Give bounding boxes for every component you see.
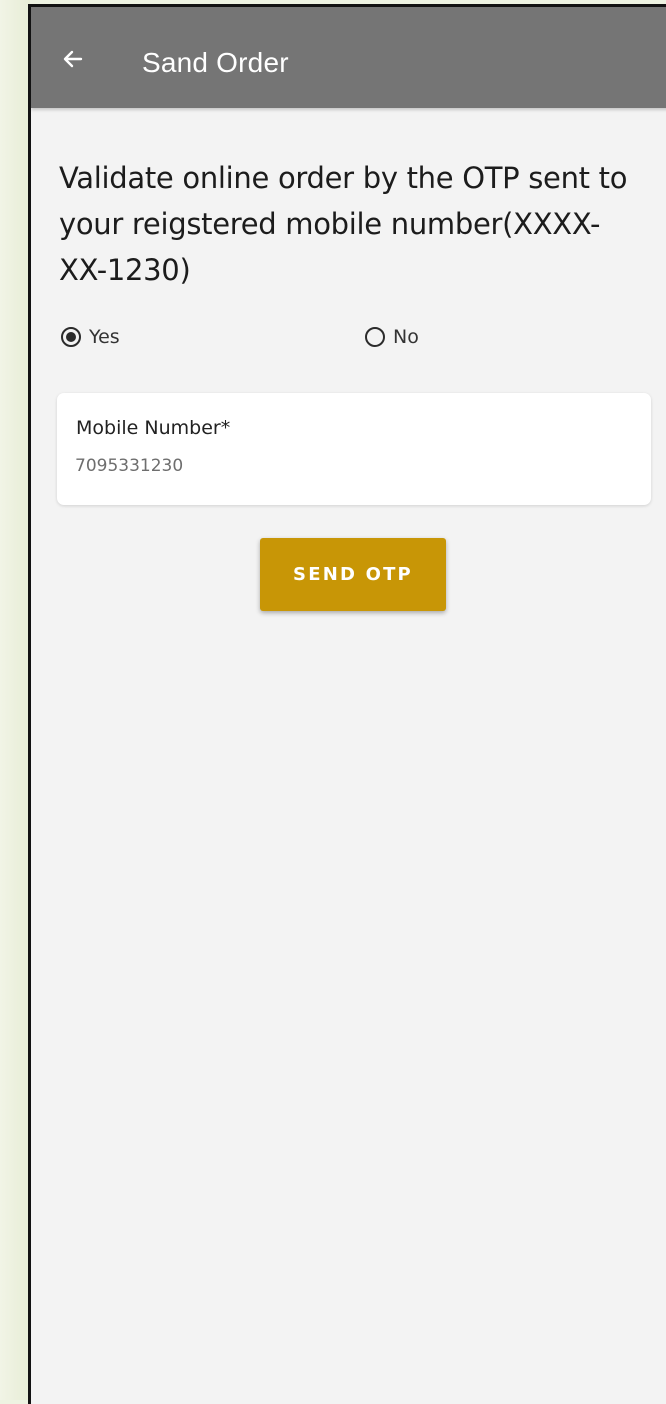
radio-button-no[interactable] <box>365 327 385 347</box>
mobile-number-input[interactable] <box>75 451 615 481</box>
radio-option-yes[interactable]: Yes <box>61 321 120 353</box>
app-bar: Sand Order <box>31 7 666 108</box>
phone-screen: Sand Order Validate online order by the … <box>28 4 666 1404</box>
mobile-number-field[interactable]: Mobile Number* <box>57 393 651 505</box>
radio-selected-dot <box>66 332 76 342</box>
mobile-number-label: Mobile Number* <box>76 417 231 439</box>
arrow-left-icon <box>63 50 83 68</box>
back-button[interactable] <box>53 39 93 79</box>
otp-validation-prompt: Validate online order by the OTP sent to… <box>59 161 628 287</box>
radio-label-no: No <box>393 326 419 348</box>
otp-radio-group: Yes No <box>61 321 621 361</box>
radio-label-yes: Yes <box>89 326 120 348</box>
page-background <box>0 0 30 1400</box>
send-otp-button[interactable]: SEND OTP <box>260 538 446 611</box>
radio-option-no[interactable]: No <box>365 321 419 353</box>
app-bar-title: Sand Order <box>142 47 289 78</box>
radio-button-yes[interactable] <box>61 327 81 347</box>
